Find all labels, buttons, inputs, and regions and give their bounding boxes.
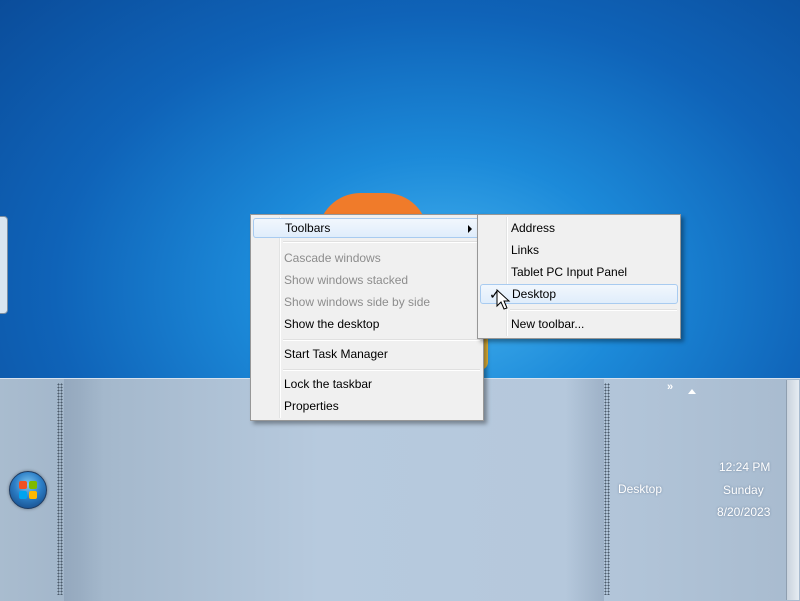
menu-item-cascade-windows: Cascade windows [284, 251, 381, 265]
menu-item-show-windows-stacked: Show windows stacked [284, 273, 409, 287]
menu-separator [283, 241, 480, 243]
clock-date: 8/20/2023 [717, 505, 771, 519]
show-hidden-icons-arrow-icon[interactable] [688, 389, 696, 394]
menu-item-lock-the-taskbar[interactable]: Lock the taskbar [253, 374, 481, 394]
toolbars-submenu: Address Links Tablet PC Input Panel ✓ De… [477, 214, 681, 339]
submenu-item-links[interactable]: Links [480, 240, 678, 260]
taskbar-context-menu: Toolbars Cascade windows Show windows st… [250, 214, 484, 421]
toolbar-overflow-chevron-icon[interactable]: » [667, 381, 673, 393]
clock-time: 12:24 PM [719, 460, 771, 474]
mouse-cursor-icon [496, 289, 511, 310]
submenu-item-address[interactable]: Address [480, 218, 678, 238]
offscreen-window-edge[interactable] [0, 216, 8, 314]
menu-item-show-the-desktop[interactable]: Show the desktop [253, 314, 481, 334]
taskbar-grip-left[interactable] [57, 383, 63, 595]
taskbar-shade-right [566, 379, 604, 601]
menu-item-start-task-manager[interactable]: Start Task Manager [253, 344, 481, 364]
taskbar-grip-desktop-toolbar[interactable] [604, 383, 610, 595]
windows-logo-icon [19, 481, 37, 499]
menu-item-properties[interactable]: Properties [253, 396, 481, 416]
submenu-item-new-toolbar[interactable]: New toolbar... [480, 314, 678, 334]
menu-item-label: Toolbars [285, 221, 331, 235]
taskbar-scrollbar[interactable] [786, 380, 799, 600]
taskbar-shade [64, 379, 104, 601]
submenu-item-tablet-pc-input-panel[interactable]: Tablet PC Input Panel [480, 262, 678, 282]
menu-item-show-windows-side-by-side: Show windows side by side [284, 295, 431, 309]
clock-day: Sunday [723, 483, 764, 497]
start-button[interactable] [9, 471, 47, 509]
menu-separator [283, 339, 480, 341]
menu-separator [283, 369, 480, 371]
menu-item-toolbars[interactable]: Toolbars [253, 218, 481, 238]
menu-separator [510, 309, 677, 311]
submenu-arrow-icon [468, 225, 472, 233]
desktop-toolbar-label[interactable]: Desktop [618, 482, 662, 496]
submenu-item-label: Desktop [512, 287, 557, 301]
